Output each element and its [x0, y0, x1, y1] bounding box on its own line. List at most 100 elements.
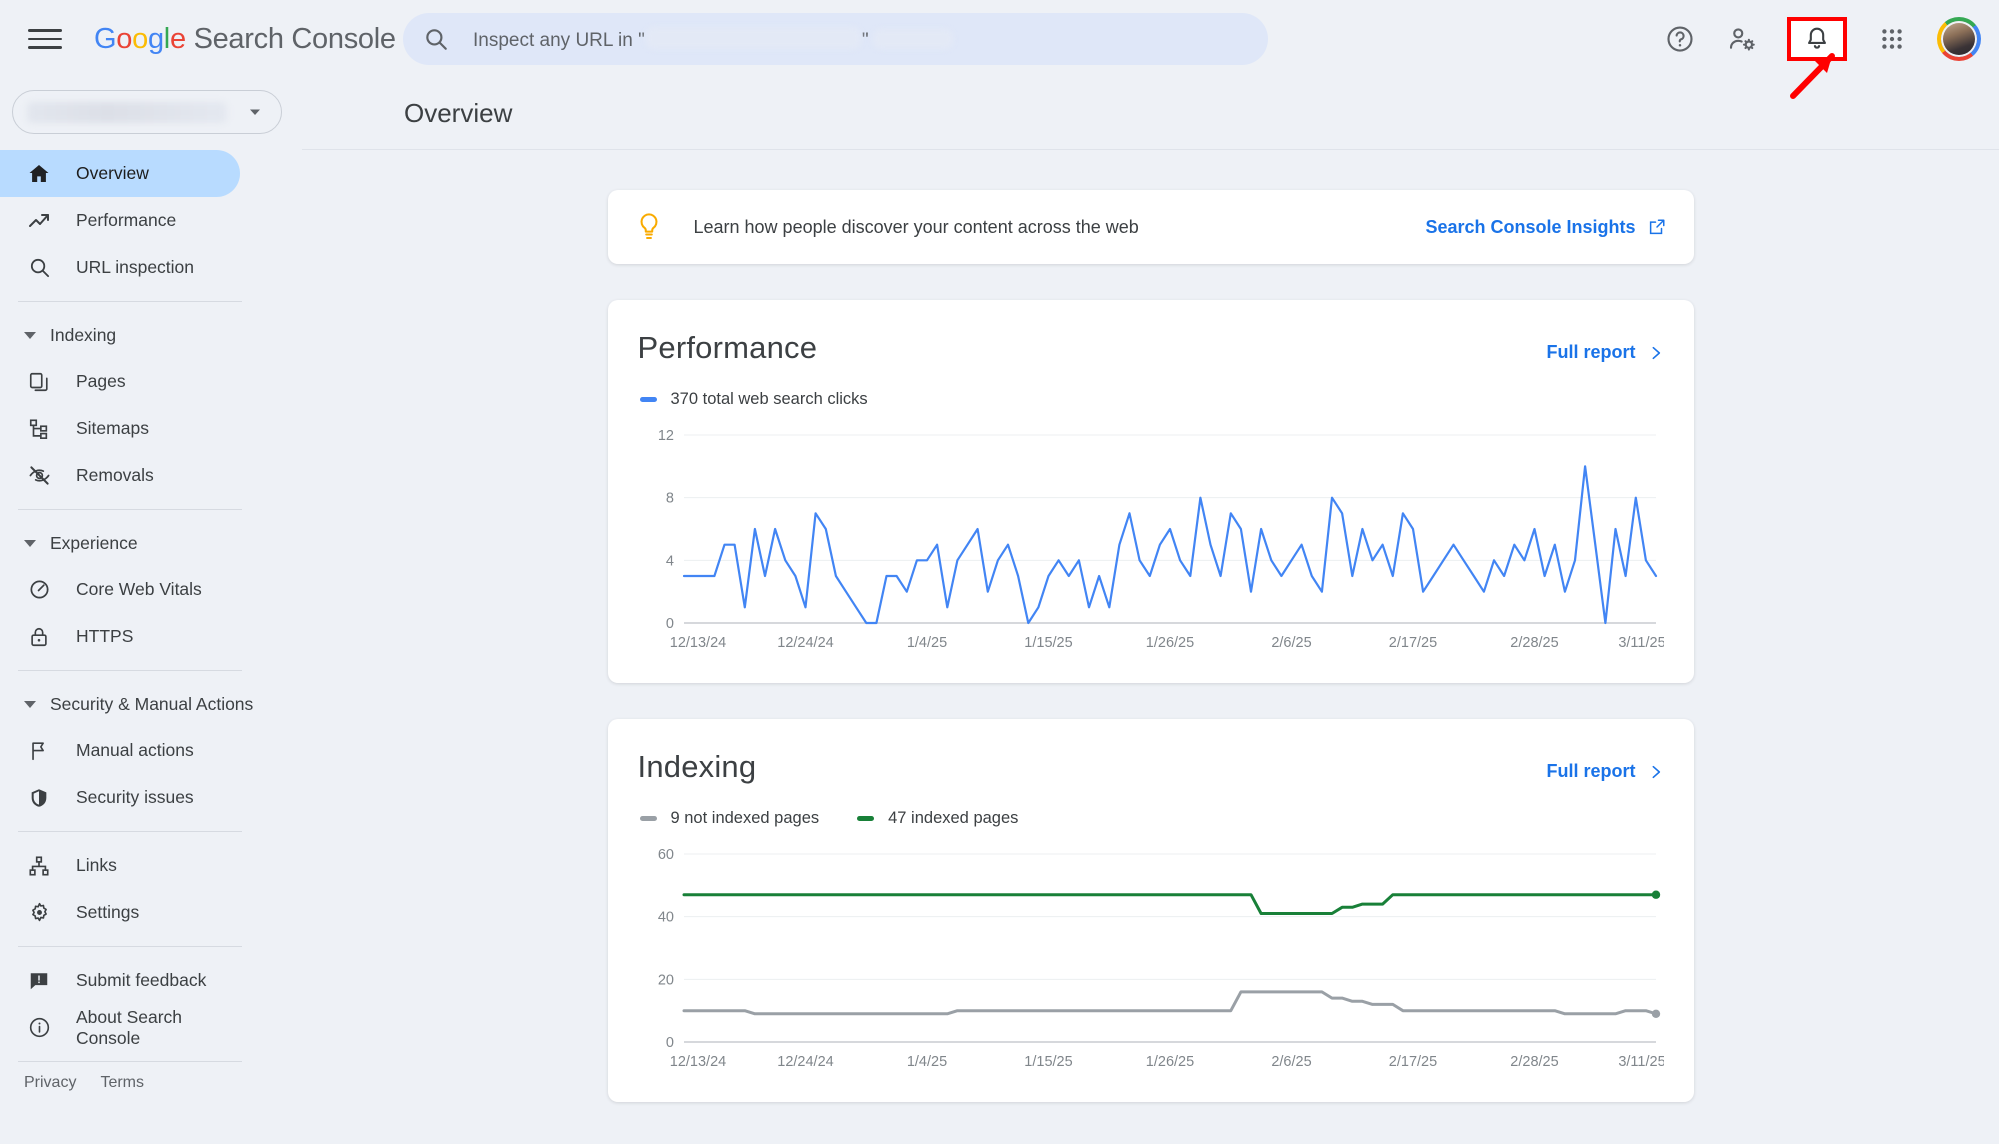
sidebar-item-label: URL inspection	[76, 257, 195, 277]
sidebar-divider	[18, 509, 242, 510]
sidebar-item-label: Core Web Vitals	[76, 579, 202, 599]
sidebar-item-sitemaps[interactable]: Sitemaps	[0, 405, 240, 452]
svg-text:1/26/25: 1/26/25	[1145, 1054, 1193, 1070]
sidebar-divider	[18, 946, 242, 947]
trending-up-icon	[26, 208, 52, 234]
sidebar-group-indexing[interactable]: Indexing	[0, 312, 302, 358]
performance-full-report-link[interactable]: Full report	[1547, 342, 1664, 363]
sidebar-item-label: Security issues	[76, 787, 194, 807]
indexing-full-report-link[interactable]: Full report	[1547, 761, 1664, 782]
pages-copy-icon	[26, 369, 52, 395]
legend-swatch	[857, 816, 875, 821]
legend-label: 370 total web search clicks	[670, 390, 868, 408]
sidebar-group-label: Indexing	[50, 324, 117, 345]
search-icon	[26, 255, 52, 281]
svg-text:2/6/25: 2/6/25	[1271, 635, 1311, 651]
main-content: Overview Learn how people discover your …	[302, 78, 1999, 1144]
sidebar-item-removals[interactable]: Removals	[0, 452, 240, 499]
placeholder-prefix: Inspect any URL in "	[473, 29, 645, 51]
legend-item[interactable]: 9 not indexed pages	[639, 809, 819, 828]
performance-chart: 0 4 8 12 12/13/24 12/24/24 1/4/25 1/15/25 1/26/2…	[638, 427, 1663, 657]
logo-letter-g: G	[94, 22, 117, 55]
help-icon[interactable]	[1663, 22, 1697, 56]
chevron-down-icon	[24, 700, 36, 708]
property-selector[interactable]	[12, 90, 282, 134]
svg-text:40: 40	[657, 910, 673, 926]
redacted-property-url	[645, 26, 861, 49]
brand-logo[interactable]: Google Search Console	[94, 23, 396, 56]
indexing-chart-svg: 0 20 40 60 12/13/24 12/24/24 1/4/25 1/15/25 1/26…	[657, 847, 1663, 1070]
performance-chart-svg: 0 4 8 12 12/13/24 12/24/24 1/4/25 1/15/25 1/26/2…	[657, 428, 1663, 651]
account-settings-icon[interactable]	[1725, 22, 1759, 56]
lock-icon	[26, 624, 52, 650]
legend-item[interactable]: 47 indexed pages	[857, 809, 1018, 828]
sidebar-item-label: Overview	[76, 163, 149, 183]
card-title: Indexing	[637, 749, 757, 784]
hamburger-menu-icon[interactable]	[28, 22, 62, 56]
sidebar-item-security-issues[interactable]: Security issues	[0, 774, 240, 821]
content-scroll-area: Learn how people discover your content a…	[302, 150, 1999, 1102]
url-inspection-search-bar[interactable]: Inspect any URL in " "	[403, 13, 1268, 65]
chevron-right-icon	[1652, 346, 1660, 359]
search-icon	[423, 26, 449, 52]
sidebar-item-label: HTTPS	[76, 626, 134, 646]
svg-text:1/4/25: 1/4/25	[906, 1054, 946, 1070]
search-placeholder: Inspect any URL in " "	[473, 26, 953, 52]
svg-text:12/24/24: 12/24/24	[777, 1054, 833, 1070]
sidebar-item-label: Settings	[76, 902, 140, 922]
avatar[interactable]	[1937, 17, 1981, 61]
sidebar-item-url-inspection[interactable]: URL inspection	[0, 244, 240, 291]
search-console-insights-link[interactable]: Search Console Insights	[1425, 217, 1665, 238]
sidebar-group-label: Experience	[50, 532, 138, 553]
avatar-image	[1941, 21, 1977, 57]
sidebar-item-label: Links	[76, 855, 117, 875]
sidebar-nav: Overview Performance URL inspection Inde…	[0, 150, 302, 1092]
svg-text:1/15/25: 1/15/25	[1024, 635, 1072, 651]
redacted-tail	[872, 28, 953, 49]
product-name: Search Console	[193, 22, 396, 55]
svg-text:20: 20	[657, 972, 673, 988]
sidebar-divider	[18, 301, 242, 302]
property-selector-value	[27, 101, 227, 123]
sidebar-group-label: Security & Manual Actions	[50, 693, 254, 714]
sidebar-item-pages[interactable]: Pages	[0, 358, 240, 405]
page-title: Overview	[404, 98, 513, 128]
sidebar-divider	[18, 1061, 242, 1062]
sidebar-item-overview[interactable]: Overview	[0, 150, 240, 197]
sidebar-item-submit-feedback[interactable]: Submit feedback	[0, 957, 240, 1004]
sidebar-item-performance[interactable]: Performance	[0, 197, 240, 244]
sidebar-item-manual-actions[interactable]: Manual actions	[0, 727, 240, 774]
speedometer-icon	[26, 577, 52, 603]
google-apps-grid-icon[interactable]	[1875, 22, 1909, 56]
sidebar-item-core-web-vitals[interactable]: Core Web Vitals	[0, 566, 240, 613]
sidebar: Overview Performance URL inspection Inde…	[0, 78, 302, 1144]
sidebar-item-links[interactable]: Links	[0, 842, 240, 889]
chevron-down-icon	[250, 109, 260, 115]
sidebar-group-experience[interactable]: Experience	[0, 520, 302, 566]
sidebar-footer-links: Privacy Terms	[0, 1074, 302, 1092]
sidebar-item-label: Submit feedback	[76, 970, 207, 990]
chevron-down-icon	[24, 539, 36, 547]
info-icon	[26, 1015, 52, 1041]
sidebar-item-https[interactable]: HTTPS	[0, 613, 240, 660]
sidebar-group-security-manual-actions[interactable]: Security & Manual Actions	[0, 681, 302, 727]
link-label: Search Console Insights	[1425, 216, 1636, 237]
sidebar-item-about-search-console[interactable]: About Search Console	[0, 1004, 240, 1051]
sidebar-divider	[18, 670, 242, 671]
indexing-card-header: Indexing Full report	[638, 749, 1664, 785]
logo-letter-e: e	[169, 22, 186, 55]
privacy-link[interactable]: Privacy	[24, 1074, 76, 1092]
svg-text:1/4/25: 1/4/25	[906, 635, 946, 651]
chevron-down-icon	[24, 331, 36, 339]
svg-text:4: 4	[665, 553, 673, 569]
home-icon	[26, 161, 52, 187]
performance-card: Performance Full report 370 total web se…	[607, 300, 1694, 683]
terms-link[interactable]: Terms	[100, 1074, 144, 1092]
legend-item[interactable]: 370 total web search clicks	[639, 390, 868, 409]
sidebar-item-label: Manual actions	[76, 740, 194, 760]
search-console-app: Google Search Console Inspect any URL in…	[0, 0, 1999, 1144]
svg-text:12/24/24: 12/24/24	[777, 635, 833, 651]
sidebar-item-settings[interactable]: Settings	[0, 889, 240, 936]
chevron-right-icon	[1652, 765, 1660, 778]
gear-icon	[26, 900, 52, 926]
